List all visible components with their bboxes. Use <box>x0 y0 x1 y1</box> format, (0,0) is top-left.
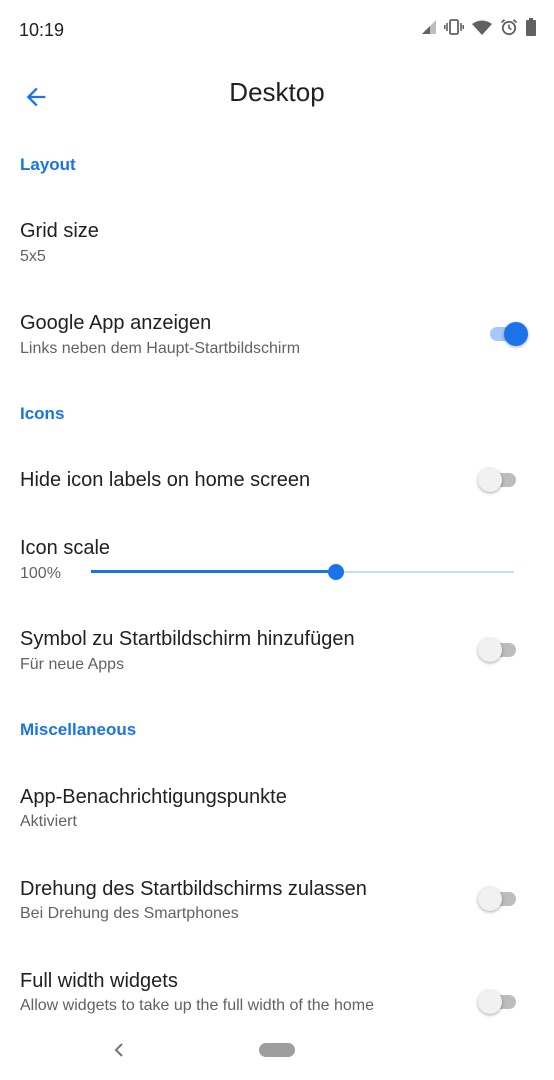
full-width-summary: Allow widgets to take up the full width … <box>20 997 374 1014</box>
section-header-icons: Icons <box>20 404 65 423</box>
wifi-icon <box>472 20 492 35</box>
rotation-title: Drehung des Startbildschirms zulassen <box>20 878 367 900</box>
section-header-layout: Layout <box>20 155 76 174</box>
toggle-thumb <box>478 468 502 492</box>
google-app-title: Google App anzeigen <box>20 312 212 334</box>
full-width-toggle[interactable] <box>478 986 522 1018</box>
toggle-thumb <box>504 322 528 346</box>
page-title: Desktop <box>229 77 325 107</box>
icon-scale-value: 100% <box>20 565 61 582</box>
add-icon-summary: Für neue Apps <box>20 656 125 673</box>
grid-size-title: Grid size <box>20 220 99 242</box>
slider-fill <box>91 570 337 573</box>
status-icons <box>422 18 536 36</box>
google-app-summary: Links neben dem Haupt-Startbildschirm <box>20 340 301 357</box>
battery-icon <box>526 18 536 36</box>
hide-labels-toggle[interactable] <box>478 464 522 496</box>
add-icon-toggle[interactable] <box>478 634 522 666</box>
rotation-toggle[interactable] <box>478 883 522 915</box>
notification-dots-title: App-Benachrichtigungspunkte <box>20 786 287 808</box>
toggle-thumb <box>478 990 502 1014</box>
nav-back-button[interactable] <box>108 1038 130 1062</box>
nav-home-pill[interactable] <box>259 1043 295 1057</box>
rotation-summary: Bei Drehung des Smartphones <box>20 905 239 922</box>
navigation-bar <box>0 1020 554 1080</box>
signal-icon <box>422 20 436 34</box>
icon-scale-title: Icon scale <box>20 537 111 559</box>
add-icon-title: Symbol zu Startbildschirm hinzufügen <box>20 628 355 650</box>
app-bar: Desktop <box>0 62 554 128</box>
google-app-toggle[interactable] <box>484 318 528 350</box>
slider-thumb[interactable] <box>328 564 345 580</box>
status-bar: 10:19 <box>0 0 554 62</box>
toggle-thumb <box>478 887 502 911</box>
hide-labels-title: Hide icon labels on home screen <box>20 469 311 491</box>
icon-scale-slider[interactable] <box>91 560 514 584</box>
vibrate-icon <box>444 19 464 35</box>
chevron-left-icon <box>114 1043 123 1057</box>
alarm-icon <box>500 19 518 36</box>
status-time: 10:19 <box>19 20 65 40</box>
toggle-thumb <box>478 638 502 662</box>
grid-size-summary: 5x5 <box>20 248 46 265</box>
full-width-title: Full width widgets <box>20 970 178 992</box>
notification-dots-summary: Aktiviert <box>20 813 77 830</box>
section-header-miscellaneous: Miscellaneous <box>20 720 137 739</box>
